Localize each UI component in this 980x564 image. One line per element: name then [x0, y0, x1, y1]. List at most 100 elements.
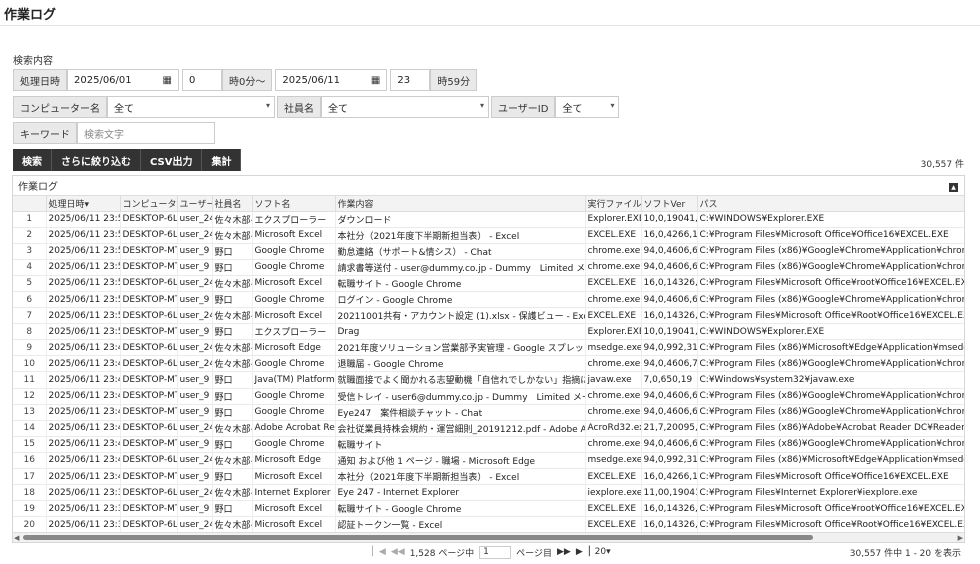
from-hour-input[interactable]: 0: [182, 69, 222, 91]
table-row[interactable]: 132025/06/11 23:45DESKTOP-MTIuser_9野口Goo…: [13, 404, 964, 421]
keyword-input[interactable]: 検索文字: [77, 122, 215, 144]
table-cell: user_24: [177, 516, 213, 534]
column-header[interactable]: パス: [697, 196, 964, 212]
to-date-input[interactable]: 2025/06/11 ▦: [275, 69, 388, 91]
table-header-row: 処理日時▾コンピューター名ユーザーID社員名ソフト名作業内容実行ファイル名ソフト…: [13, 196, 964, 212]
column-header[interactable]: 処理日時▾: [46, 196, 121, 212]
table-cell: 請求書等送付 - user@dummy.co.jp - Dummy Limite…: [335, 259, 586, 276]
first-page-icon[interactable]: ▏◀: [372, 547, 386, 557]
table-cell: EXCEL.EXE: [585, 500, 642, 518]
from-date-input[interactable]: 2025/06/01 ▦: [67, 69, 179, 91]
table-cell: Eye 247 - Internet Explorer: [335, 484, 586, 502]
table-row[interactable]: 22025/06/11 23:58DESKTOP-6LAuser_24佐々木部長…: [13, 227, 964, 244]
table-cell: 佐々木部長: [212, 211, 253, 228]
chevron-down-icon: ▾: [479, 101, 484, 110]
column-header[interactable]: 実行ファイル名: [585, 196, 642, 212]
table-cell: 受信トレイ - user6@dummy.co.jp - Dummy Limite…: [335, 388, 586, 405]
page-size-value: 20: [594, 547, 607, 557]
column-header[interactable]: 作業内容: [335, 196, 586, 212]
table-cell: Explorer.EXE: [585, 211, 642, 228]
next-page-icon[interactable]: ▶▶: [557, 547, 571, 557]
table-cell: 佐々木部長: [212, 484, 253, 502]
table-cell: C:¥Program Files (x86)¥Google¥Chrome¥App…: [697, 291, 964, 309]
table-row[interactable]: 12025/06/11 23:59DESKTOP-6LAuser_24佐々木部長…: [13, 211, 964, 228]
employee-select[interactable]: 全て ▾: [321, 96, 489, 118]
table-cell: Drag: [335, 323, 586, 341]
table-cell: 2025/06/11 23:58: [46, 227, 121, 244]
table-row[interactable]: 142025/06/11 23:44DESKTOP-6LAuser_24佐々木部…: [13, 420, 964, 437]
search-button[interactable]: 検索: [13, 149, 52, 171]
calendar-icon[interactable]: ▦: [163, 75, 172, 86]
column-header[interactable]: 社員名: [212, 196, 253, 212]
aggregate-button[interactable]: 集計: [202, 149, 242, 171]
table-cell: 94,0,4606,61: [641, 404, 698, 421]
table-cell: user_9: [177, 323, 213, 341]
calendar-icon[interactable]: ▦: [371, 75, 380, 86]
chevron-down-icon: ▾: [606, 547, 611, 557]
table-row[interactable]: 162025/06/11 23:42DESKTOP-6LAuser_24佐々木部…: [13, 452, 964, 470]
table-cell: 94,0,4606,71: [641, 355, 698, 373]
last-page-icon[interactable]: ▶▕: [576, 547, 590, 557]
sort-desc-icon[interactable]: ▾: [85, 200, 90, 210]
table-cell: 野口: [212, 243, 253, 260]
table-row[interactable]: 122025/06/11 23:46DESKTOP-MTIuser_9野口Goo…: [13, 388, 964, 405]
page-number-input[interactable]: 1: [479, 545, 512, 559]
table-cell: 16,0,4266,10: [641, 227, 698, 244]
table-cell: 94,0,4606,61: [641, 388, 698, 405]
table-cell: 2025/06/11 23:36: [46, 516, 121, 534]
table-cell: Google Chrome: [252, 291, 336, 309]
computer-label: コンピューター名: [13, 96, 107, 118]
refine-button[interactable]: さらに絞り込む: [52, 149, 141, 171]
table-cell: DESKTOP-6LA: [120, 211, 178, 228]
table-row[interactable]: 152025/06/11 23:43DESKTOP-MTIuser_9野口Goo…: [13, 436, 964, 453]
table-row[interactable]: 112025/06/11 23:47DESKTOP-MTIuser_9野口Jav…: [13, 371, 964, 389]
column-header[interactable]: ユーザーID: [177, 196, 213, 212]
table-cell: 野口: [212, 371, 253, 389]
table-cell: user_9: [177, 371, 213, 389]
table-row[interactable]: 82025/06/11 23:50DESKTOP-MTIuser_9野口エクスプ…: [13, 323, 964, 341]
scroll-right-icon[interactable]: ▶: [958, 534, 963, 542]
table-cell: エクスプローラー: [252, 323, 336, 341]
table-row[interactable]: 62025/06/11 23:52DESKTOP-MTIuser_9野口Goog…: [13, 291, 964, 309]
csv-export-button[interactable]: CSV出力: [141, 149, 203, 171]
to-hour-input[interactable]: 23: [390, 69, 431, 91]
scroll-left-icon[interactable]: ◀: [14, 534, 19, 542]
horizontal-scrollbar[interactable]: ◀ ▶: [13, 532, 964, 542]
table-cell: chrome.exe: [585, 436, 642, 453]
table-cell: DESKTOP-6LA: [120, 275, 178, 292]
userid-select[interactable]: 全て ▾: [555, 96, 620, 118]
column-header[interactable]: ソフトVer: [641, 196, 698, 212]
pager-controls: ▏◀ ◀◀ 1,528 ページ中 1 ページ目 ▶▶ ▶▕ 20▾: [372, 545, 611, 559]
column-header[interactable]: コンピューター名: [120, 196, 178, 212]
table-cell: 2025/06/11 23:47: [46, 371, 121, 389]
table-row[interactable]: 92025/06/11 23:49DESKTOP-6LAuser_24佐々木部長…: [13, 339, 964, 357]
table-cell: Google Chrome: [252, 259, 336, 276]
table-cell: 退職届 - Google Chrome: [335, 355, 586, 373]
table-cell: C:¥Program Files (x86)¥Google¥Chrome¥App…: [697, 355, 964, 373]
table-cell: 佐々木部長: [212, 227, 253, 244]
page-size-select[interactable]: 20▾: [595, 547, 611, 557]
scrollbar-thumb[interactable]: [23, 535, 813, 540]
employee-select-value: 全て: [328, 103, 348, 115]
table-row[interactable]: 192025/06/11 23:38DESKTOP-MTIuser_9野口Mic…: [13, 500, 964, 518]
table-row[interactable]: 42025/06/11 23:56DESKTOP-MTIuser_9野口Goog…: [13, 259, 964, 276]
table-row[interactable]: 72025/06/11 23:51DESKTOP-6LAuser_24佐々木部長…: [13, 307, 964, 325]
column-header[interactable]: ソフト名: [252, 196, 336, 212]
table-cell: 佐々木部長: [212, 516, 253, 534]
table-row[interactable]: 32025/06/11 23:57DESKTOP-MTIuser_9野口Goog…: [13, 243, 964, 260]
column-header[interactable]: [13, 196, 47, 212]
table-cell: chrome.exe: [585, 388, 642, 405]
table-row[interactable]: 52025/06/11 23:55DESKTOP-6LAuser_24佐々木部長…: [13, 275, 964, 292]
computer-select[interactable]: 全て ▾: [107, 96, 275, 118]
table-row[interactable]: 172025/06/11 23:41DESKTOP-MTIuser_9野口Mic…: [13, 468, 964, 486]
chevron-down-icon: ▾: [265, 101, 270, 110]
table-row[interactable]: 182025/06/11 23:39DESKTOP-6LAuser_24佐々木部…: [13, 484, 964, 502]
table-row[interactable]: 202025/06/11 23:36DESKTOP-6LAuser_24佐々木部…: [13, 516, 964, 534]
table-cell: 野口: [212, 404, 253, 421]
table-cell: 2025/06/11 23:59: [46, 211, 121, 228]
log-grid: 作業ログ ▲ 処理日時▾コンピューター名ユーザーID社員名ソフト名作業内容実行ファ…: [12, 175, 965, 543]
prev-page-icon[interactable]: ◀◀: [391, 547, 405, 557]
table-row[interactable]: 102025/06/11 23:48DESKTOP-6LAuser_24佐々木部…: [13, 355, 964, 373]
table-cell: user_24: [177, 307, 213, 325]
collapse-icon[interactable]: ▲: [949, 183, 958, 192]
